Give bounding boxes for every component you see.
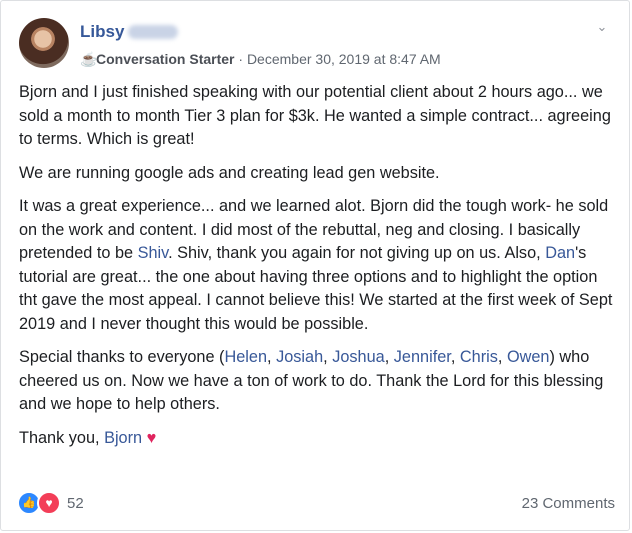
badge-label[interactable]: Conversation Starter bbox=[96, 51, 234, 67]
mention-owen[interactable]: Owen bbox=[507, 348, 550, 366]
chevron-down-icon[interactable]: ⌄ bbox=[595, 20, 609, 34]
paragraph-4: Special thanks to everyone (Helen, Josia… bbox=[19, 348, 604, 413]
text-span: Special thanks to everyone ( bbox=[19, 348, 225, 366]
timestamp[interactable]: December 30, 2019 at 8:47 AM bbox=[247, 51, 441, 67]
post-footer: 👍 ♥ 52 23 Comments bbox=[17, 491, 615, 515]
text-span: Thank you, bbox=[19, 428, 105, 447]
mention-dan[interactable]: Dan bbox=[545, 244, 575, 262]
meta-separator: · bbox=[238, 51, 244, 67]
avatar[interactable] bbox=[19, 18, 69, 68]
author-name[interactable]: Libsy bbox=[80, 22, 124, 42]
mention-bjorn[interactable]: Bjorn bbox=[104, 429, 142, 447]
paragraph-3: It was a great experience... and we lear… bbox=[19, 195, 619, 336]
author-lastname-redacted bbox=[128, 25, 178, 39]
paragraph-1: Bjorn and I just finished speaking with … bbox=[19, 83, 611, 148]
love-icon[interactable]: ♥ bbox=[37, 491, 61, 515]
mention-josiah[interactable]: Josiah bbox=[276, 348, 323, 366]
reaction-count[interactable]: 52 bbox=[67, 495, 84, 512]
coffee-cup-icon: ☕ bbox=[80, 51, 98, 67]
mention-shiv[interactable]: Shiv bbox=[138, 244, 168, 262]
post-body: Bjorn and I just finished speaking with … bbox=[19, 81, 619, 460]
mention-joshua[interactable]: Joshua bbox=[332, 348, 385, 366]
mention-helen[interactable]: Helen bbox=[224, 348, 267, 366]
mention-jennifer[interactable]: Jennifer bbox=[394, 348, 451, 366]
paragraph-2: We are running google ads and creating l… bbox=[19, 163, 440, 182]
paragraph-5: Thank you, Bjorn ♥ bbox=[19, 427, 619, 451]
comments-count[interactable]: 23 Comments bbox=[522, 495, 615, 512]
post-header: Libsy ☕Conversation Starter · December 3… bbox=[19, 18, 609, 70]
post-meta: ☕Conversation Starter · December 30, 201… bbox=[80, 51, 441, 68]
post-card: Libsy ☕Conversation Starter · December 3… bbox=[0, 0, 630, 531]
text-span: . Shiv, thank you again for not giving u… bbox=[168, 244, 546, 262]
heart-icon: ♥ bbox=[146, 428, 157, 447]
mention-chris[interactable]: Chris bbox=[460, 348, 498, 366]
